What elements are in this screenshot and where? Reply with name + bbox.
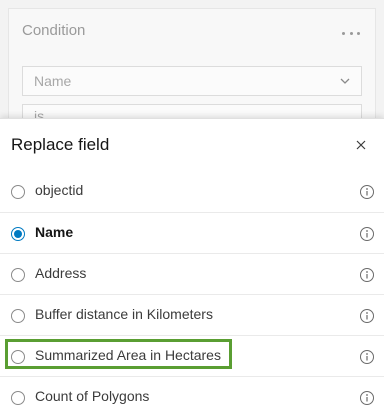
radio-button[interactable] (11, 268, 25, 282)
condition-title: Condition (22, 22, 86, 39)
sheet-header: Replace field (0, 119, 384, 171)
radio-button[interactable] (11, 391, 25, 405)
radio-button-checked[interactable] (11, 227, 25, 241)
field-option-label: Buffer distance in Kilometers (35, 306, 213, 322)
field-select[interactable]: Name (22, 66, 362, 96)
field-select-value: Name (34, 73, 72, 89)
field-option-address[interactable]: Address (0, 253, 384, 294)
field-option-label: Count of Polygons (35, 388, 150, 404)
sheet-title: Replace field (11, 135, 110, 154)
field-option-label: Name (35, 224, 74, 240)
info-icon[interactable] (359, 267, 375, 283)
field-option-count-of-polygons[interactable]: Count of Polygons (0, 376, 384, 417)
info-icon[interactable] (359, 308, 375, 324)
info-icon[interactable] (359, 349, 375, 365)
info-icon[interactable] (359, 226, 375, 242)
field-option-buffer-distance[interactable]: Buffer distance in Kilometers (0, 294, 384, 335)
more-options-icon[interactable] (342, 24, 360, 42)
field-list: objectid Name Address Buffer distance in… (0, 171, 384, 417)
info-icon[interactable] (359, 184, 375, 200)
close-icon[interactable] (352, 136, 370, 154)
field-option-objectid[interactable]: objectid (0, 171, 384, 212)
replace-field-sheet: Replace field objectid Name Address Buff… (0, 118, 384, 417)
field-option-name[interactable]: Name (0, 212, 384, 253)
radio-button[interactable] (11, 309, 25, 323)
radio-button[interactable] (11, 185, 25, 199)
info-icon[interactable] (359, 390, 375, 406)
field-option-label: Address (35, 265, 87, 281)
field-option-label: objectid (35, 182, 84, 198)
chevron-down-icon (340, 78, 350, 84)
radio-button[interactable] (11, 350, 25, 364)
field-option-summarized-area[interactable]: Summarized Area in Hectares (0, 335, 384, 376)
field-option-label: Summarized Area in Hectares (35, 347, 221, 363)
